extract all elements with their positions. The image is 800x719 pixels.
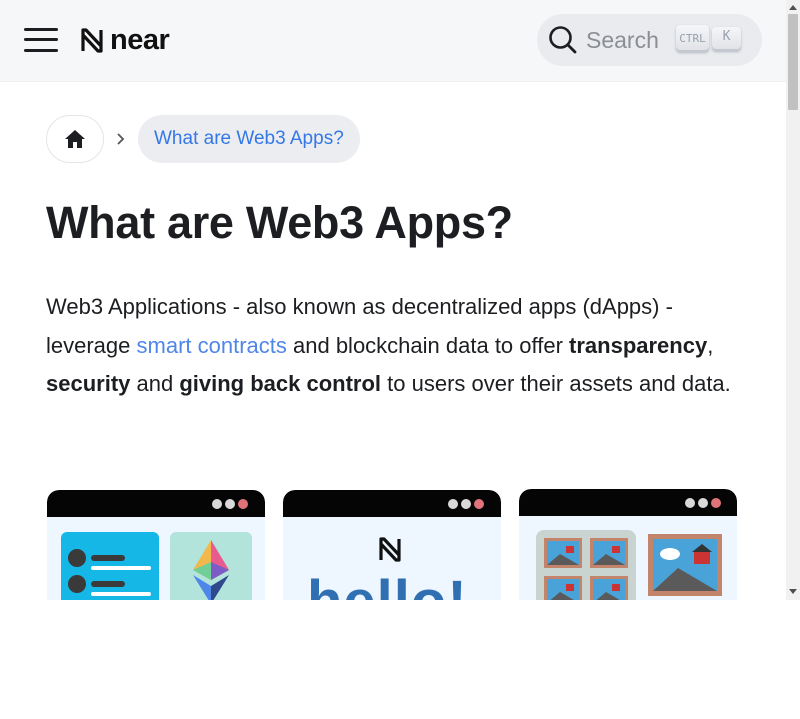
search-icon	[549, 26, 577, 54]
window-dot	[474, 499, 484, 509]
logo-text: near	[110, 23, 170, 56]
breadcrumb-current: What are Web3 Apps?	[138, 115, 360, 163]
near-logo-icon	[81, 27, 103, 53]
dapp-illustration-cards: hello!	[47, 489, 747, 600]
picture-icon	[648, 534, 722, 596]
smart-contracts-link[interactable]: smart contracts	[137, 333, 287, 358]
page-viewport: near Search CTRL K What are Web3 Apps? W…	[0, 0, 800, 600]
window-dot	[698, 498, 708, 508]
bold-security: security	[46, 371, 131, 396]
bold-transparency: transparency	[569, 332, 708, 358]
page-title: What are Web3 Apps?	[46, 197, 513, 248]
search-placeholder: Search	[586, 27, 659, 53]
window-dot	[461, 499, 471, 509]
intro-paragraph: Web3 Applications - also known as decent…	[46, 288, 746, 404]
window-dot	[238, 499, 248, 509]
home-icon	[65, 130, 85, 148]
breadcrumb-home-button[interactable]	[46, 115, 104, 163]
scroll-up-arrow-icon[interactable]	[789, 5, 797, 10]
bold-giving-back-control: giving back control	[179, 371, 382, 396]
window-dot	[225, 499, 235, 509]
window-dot	[212, 499, 222, 509]
intro-and: and	[130, 371, 180, 396]
intro-comma: ,	[707, 332, 714, 358]
ethereum-icon	[170, 532, 252, 600]
page-scrollbar[interactable]	[786, 0, 800, 600]
intro-text-3: to users over their assets and data.	[381, 371, 731, 396]
window-dot	[448, 499, 458, 509]
breadcrumb: What are Web3 Apps?	[46, 115, 360, 163]
list-icon	[61, 532, 159, 600]
shortcut-ctrl-key: CTRL	[676, 25, 709, 52]
top-navbar: near Search CTRL K	[0, 0, 786, 82]
shortcut-k-key: K	[712, 27, 741, 51]
gallery-app-illustration[interactable]	[519, 489, 737, 600]
search-button[interactable]: Search CTRL K	[537, 14, 762, 66]
window-dot	[711, 498, 721, 508]
near-logo-icon	[379, 537, 401, 562]
near-logo[interactable]: near	[80, 23, 170, 56]
window-titlebar	[519, 489, 737, 516]
hello-text: hello!	[307, 568, 468, 600]
scroll-down-arrow-icon[interactable]	[789, 589, 797, 594]
window-titlebar	[47, 490, 265, 517]
list-app-illustration[interactable]	[47, 490, 265, 600]
chevron-right-icon	[104, 132, 138, 146]
hamburger-menu-icon[interactable]	[22, 25, 60, 55]
hello-near-illustration[interactable]: hello!	[283, 490, 501, 600]
picture-grid-icon	[536, 530, 636, 600]
window-titlebar	[283, 490, 501, 517]
scrollbar-thumb[interactable]	[788, 14, 798, 110]
window-dot	[685, 498, 695, 508]
intro-text-2: and blockchain data to offer	[286, 332, 570, 358]
